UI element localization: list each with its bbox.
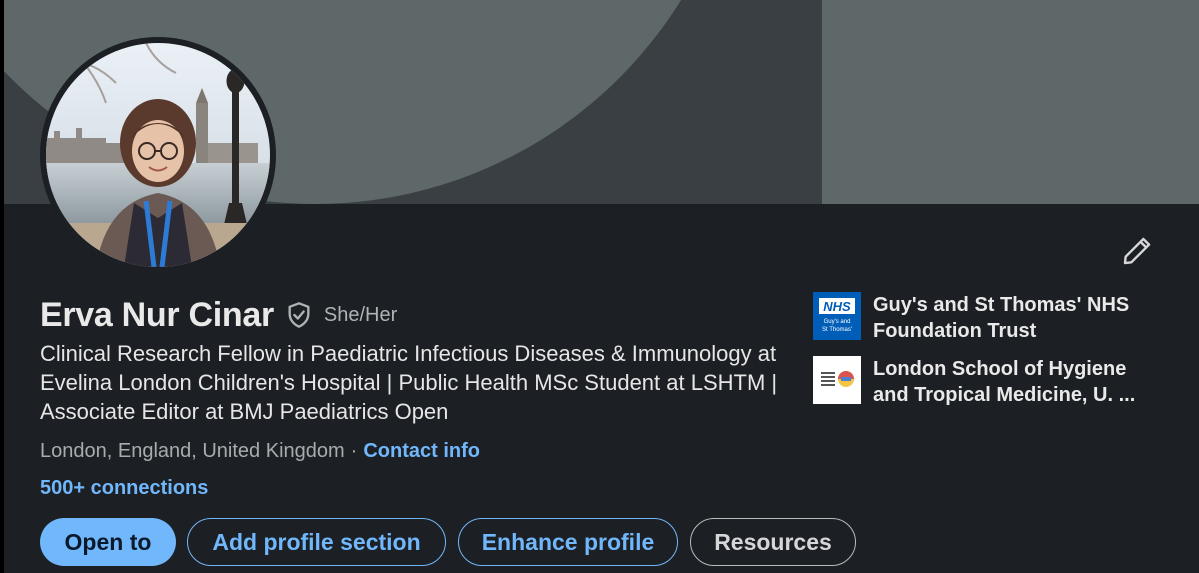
contact-info-link[interactable]: Contact info (363, 440, 480, 462)
enhance-profile-button[interactable]: Enhance profile (458, 518, 678, 566)
nhs-logo-subtext-2: St Thomas' (822, 327, 852, 333)
lshtm-logo (813, 356, 861, 404)
profile-card: Erva Nur Cinar She/Her Clinical Research… (4, 0, 1199, 573)
org-item-guys-st-thomas[interactable]: NHS Guy's and St Thomas' Guy's and St Th… (813, 292, 1163, 344)
connections-link[interactable]: 500+ connections (40, 474, 208, 502)
pencil-icon (1123, 237, 1151, 265)
org-name-guys-st-thomas: Guy's and St Thomas' NHS Foundation Trus… (873, 294, 1130, 342)
org-item-lshtm[interactable]: London School of Hygiene and Tropical Me… (813, 356, 1163, 408)
resources-button[interactable]: Resources (690, 518, 856, 566)
avatar-photo (46, 43, 270, 267)
pronouns: She/Her (323, 303, 398, 326)
nhs-logo: NHS Guy's and St Thomas' (813, 292, 861, 340)
profile-avatar[interactable] (40, 37, 276, 273)
location-separator: · (350, 440, 358, 462)
nhs-logo-text: NHS (823, 299, 851, 314)
edit-intro-button[interactable] (1116, 230, 1158, 272)
org-name-lshtm: London School of Hygiene and Tropical Me… (873, 358, 1136, 406)
banner-right-panel (822, 0, 1199, 204)
location-row: London, England, United Kingdom · Contact … (40, 437, 480, 465)
open-to-button[interactable]: Open to (40, 518, 176, 566)
profile-location: London, England, United Kingdom (40, 440, 345, 462)
name-row: Erva Nur Cinar She/Her (40, 292, 397, 338)
nhs-logo-subtext-1: Guy's and (824, 319, 851, 325)
add-profile-section-button[interactable]: Add profile section (187, 518, 446, 566)
profile-headline: Clinical Research Fellow in Paediatric I… (40, 341, 778, 424)
shield-check-icon[interactable] (284, 300, 314, 330)
profile-name: Erva Nur Cinar (40, 295, 274, 334)
